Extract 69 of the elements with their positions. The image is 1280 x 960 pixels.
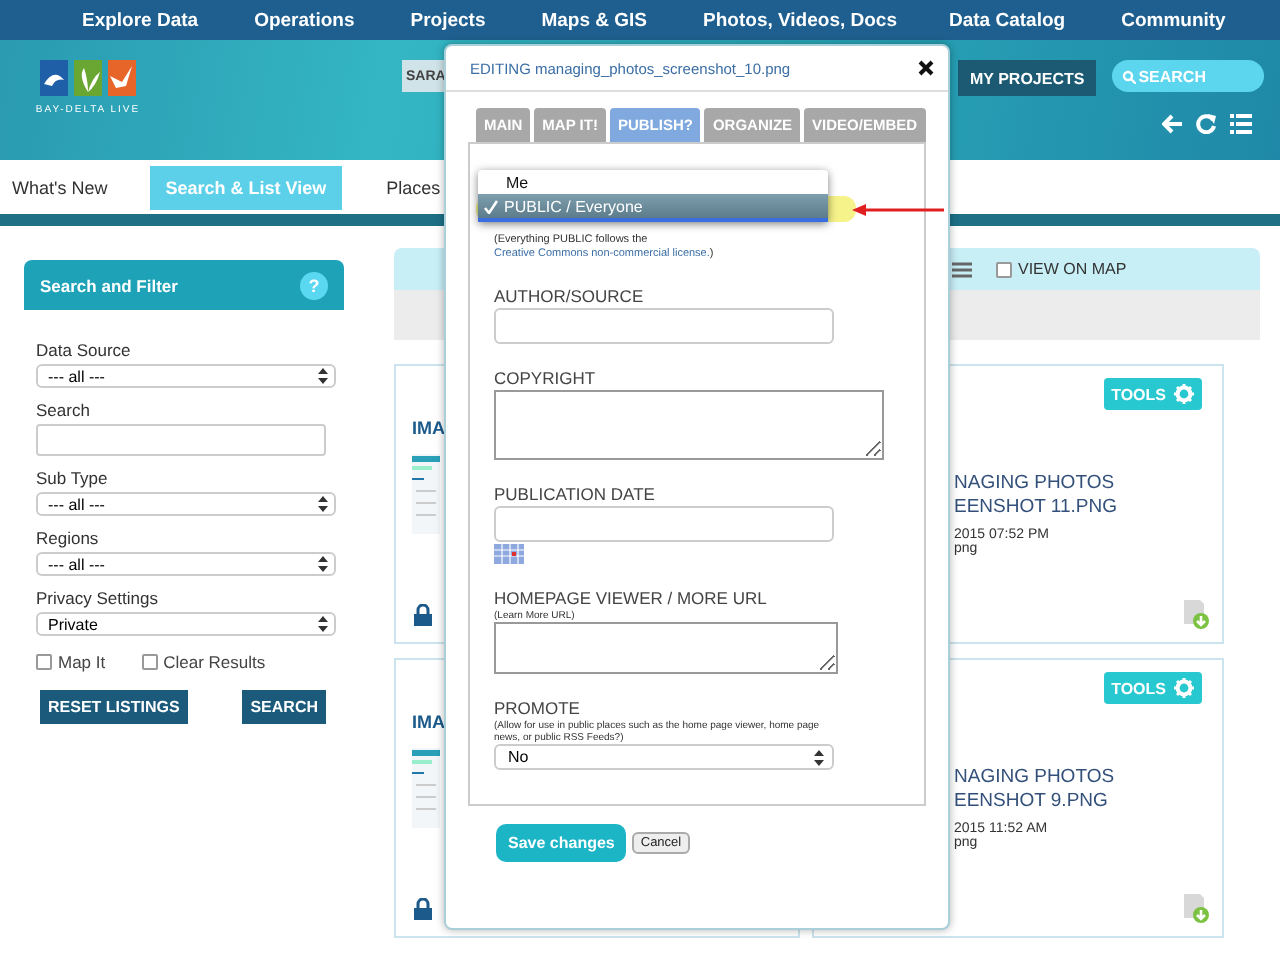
projects-button[interactable]: MY PROJECTS <box>958 60 1097 96</box>
download-icon[interactable] <box>1184 600 1210 630</box>
dropdown-option[interactable]: Me <box>478 170 828 194</box>
updown-icon <box>318 368 328 384</box>
result-title[interactable]: NAGING PHOTOS EENSHOT 9.PNG <box>954 766 1115 814</box>
field-label: AUTHOR/SOURCE <box>494 286 646 308</box>
reset-button[interactable]: RESET LISTINGS <box>40 690 188 724</box>
nav-link[interactable]: Operations <box>254 9 355 31</box>
checkbox-label: Map It <box>58 652 106 672</box>
search-field[interactable] <box>36 424 326 456</box>
dropdown-option[interactable]: PUBLIC / Everyone <box>478 194 828 222</box>
refresh-icon[interactable] <box>1196 114 1218 134</box>
search-icon <box>1122 69 1137 83</box>
select-field[interactable]: --- all --- <box>36 552 336 576</box>
checkbox[interactable] <box>36 654 52 670</box>
select-field[interactable]: --- all --- <box>36 492 336 516</box>
checkbox-label: Clear Results <box>163 652 266 672</box>
thumbnail-drawing <box>412 748 440 828</box>
nav-tab[interactable]: What's New <box>0 165 124 209</box>
field-label: COPYRIGHT <box>494 368 598 390</box>
gear-icon <box>1174 384 1194 404</box>
field-label: PUBLICATION DATE <box>494 484 657 506</box>
check-icon <box>484 199 498 213</box>
calendar-icon[interactable] <box>494 544 524 564</box>
thumbnail-drawing <box>412 454 440 534</box>
search-placeholder: SEARCH <box>1138 67 1206 85</box>
checkbox-label: VIEW ON MAP <box>1018 260 1127 278</box>
updown-icon <box>814 749 824 765</box>
text-area[interactable] <box>494 390 884 460</box>
arrow-mark <box>852 202 944 218</box>
select-field[interactable]: Private <box>36 612 336 636</box>
field-label: Search <box>36 400 92 422</box>
nav-link[interactable]: Projects <box>410 9 486 31</box>
checkbox[interactable] <box>141 654 158 670</box>
field-label: HOMEPAGE VIEWER / MORE URL <box>494 588 769 610</box>
lock-icon <box>414 604 432 626</box>
close-icon[interactable] <box>918 60 934 76</box>
nav-tab[interactable]: Places <box>370 165 441 209</box>
nav-link[interactable]: Maps & GIS <box>541 9 648 31</box>
nav-link[interactable]: Explore Data <box>82 9 199 31</box>
select-field[interactable]: No <box>494 744 834 770</box>
filter-title: Search and Filter <box>40 275 178 295</box>
updown-icon <box>318 616 328 632</box>
menu-icon[interactable] <box>1230 114 1252 134</box>
updown-icon <box>318 496 328 512</box>
gear-icon <box>1174 678 1194 698</box>
field-label: Privacy Settings <box>36 588 160 610</box>
text-area[interactable] <box>494 622 838 674</box>
card-title: IMA <box>412 712 445 732</box>
field-label: Regions <box>36 528 101 550</box>
field-label: Data Source <box>36 340 133 362</box>
list-view-icon[interactable] <box>952 261 972 277</box>
nav-link[interactable]: Community <box>1121 9 1226 31</box>
text-field[interactable] <box>494 308 834 344</box>
search-button[interactable]: SEARCH <box>242 690 326 724</box>
nav-link[interactable]: Photos, Videos, Docs <box>703 9 897 31</box>
field-label: PROMOTE <box>494 698 582 720</box>
updown-icon <box>318 556 328 572</box>
field-label: Sub Type <box>36 468 110 490</box>
select-field[interactable]: --- all --- <box>36 364 336 388</box>
result-title[interactable]: NAGING PHOTOS EENSHOT 11.PNG <box>954 472 1117 520</box>
logo-icon <box>40 60 136 100</box>
checkbox[interactable] <box>996 261 1012 277</box>
lock-icon <box>414 898 432 920</box>
card-title: IMA <box>412 418 445 438</box>
back-arrow-icon[interactable] <box>1162 114 1184 134</box>
download-icon[interactable] <box>1184 894 1210 924</box>
date-field[interactable] <box>494 506 834 542</box>
nav-link[interactable]: Data Catalog <box>949 9 1066 31</box>
